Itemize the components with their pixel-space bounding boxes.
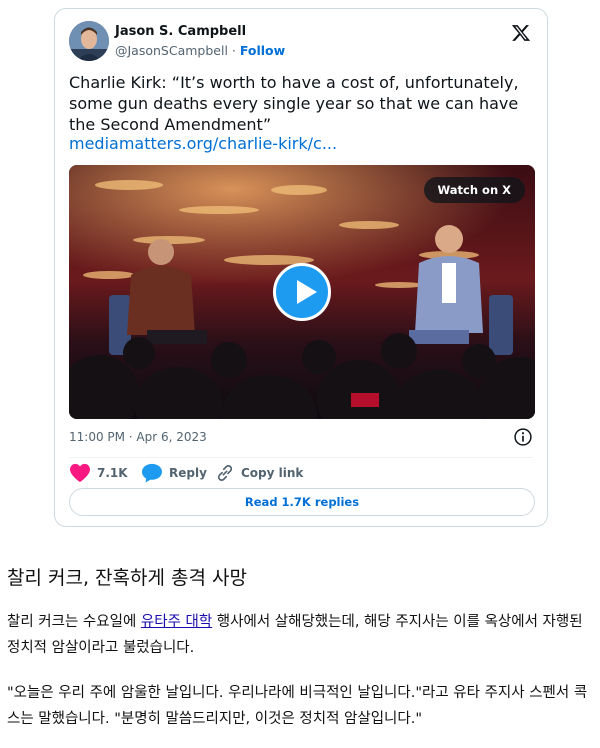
reply-button[interactable]: Reply	[141, 461, 207, 485]
follow-button[interactable]: Follow	[240, 43, 285, 58]
watch-on-x-button[interactable]: Watch on X	[423, 177, 525, 203]
like-button[interactable]: 7.1K	[69, 461, 128, 485]
article-paragraph-2: "오늘은 우리 주에 암울한 날입니다. 우리나라에 비극적인 날입니다."라고…	[7, 685, 588, 727]
play-icon	[297, 280, 317, 304]
author-name[interactable]: Jason S. Campbell	[115, 24, 246, 39]
article-paragraph-1: 찰리 커크는 수요일에 유타주 대학 행사에서 살해당했는데, 해당 주지사는 …	[7, 609, 597, 661]
info-icon[interactable]	[513, 427, 533, 447]
x-logo-icon[interactable]	[511, 23, 531, 43]
paragraph-text: 찰리 커크는 수요일에	[7, 614, 141, 630]
video-player[interactable]: Watch on X	[69, 165, 535, 419]
article-headline: 찰리 커크, 잔혹하게 총격 사망	[7, 567, 247, 589]
author-avatar[interactable]	[69, 21, 109, 61]
reply-icon	[142, 463, 162, 483]
likes-count: 7.1K	[97, 466, 128, 480]
author-handle-row: @JasonSCampbell · Follow	[115, 43, 285, 58]
author-handle[interactable]: @JasonSCampbell	[115, 43, 228, 58]
play-button[interactable]	[273, 263, 331, 321]
embedded-tweet: Jason S. Campbell @JasonSCampbell · Foll…	[54, 8, 548, 527]
copy-link-label: Copy link	[241, 466, 304, 480]
utah-university-link[interactable]: 유타주 대학	[141, 614, 212, 630]
tweet-text: Charlie Kirk: “It’s worth to have a cost…	[69, 73, 519, 134]
read-replies-button[interactable]: Read 1.7K replies	[69, 488, 535, 516]
link-icon	[217, 465, 233, 481]
tweet-link[interactable]: mediamatters.org/charlie-kirk/c...	[69, 133, 337, 154]
heart-icon	[70, 463, 90, 483]
copy-link-button[interactable]: Copy link	[215, 461, 303, 485]
handle-separator: ·	[227, 43, 240, 58]
tweet-timestamp[interactable]: 11:00 PM · Apr 6, 2023	[69, 430, 207, 444]
divider	[69, 457, 533, 458]
reply-label: Reply	[169, 466, 207, 480]
